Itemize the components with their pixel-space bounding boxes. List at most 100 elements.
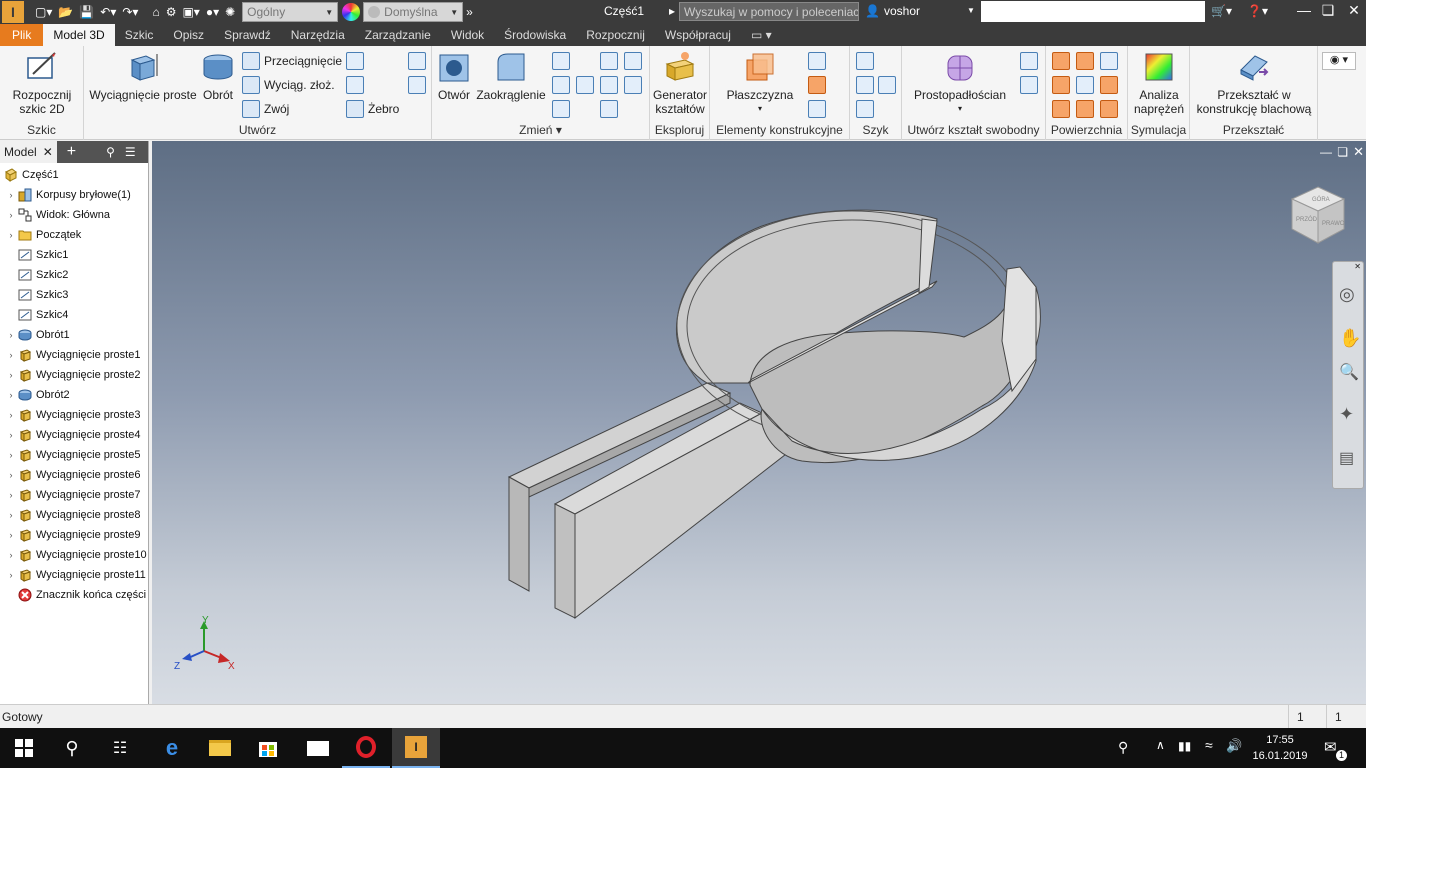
update-icon[interactable]: ⚙ (163, 1, 180, 23)
file-explorer-icon[interactable] (196, 728, 244, 768)
shell-icon[interactable] (552, 76, 570, 94)
new-file-icon[interactable]: ▢▾ (32, 1, 55, 23)
open-file-icon[interactable]: 📂 (55, 1, 76, 23)
tree-item[interactable]: Szkic3 (0, 285, 68, 305)
work-axis-icon[interactable] (808, 52, 826, 70)
tree-item[interactable]: › Wyciągnięcie proste4 (0, 425, 140, 445)
help-search-input[interactable]: Wyszukaj w pomocy i poleceniac (679, 2, 859, 21)
look-at-icon[interactable]: ▤ (1339, 448, 1354, 468)
tree-item[interactable]: › Obrót1 (0, 325, 70, 345)
close-browser-tab-icon[interactable]: ✕ (43, 145, 53, 159)
sculpt-icon[interactable] (1100, 52, 1118, 70)
viewcube-top-label[interactable]: GÓRA (1312, 196, 1330, 203)
tree-item[interactable]: › Korpusy bryłowe(1) (0, 185, 131, 205)
plane-button[interactable]: Płaszczyzna ▾ (720, 50, 800, 116)
expand-chevron-icon[interactable]: › (6, 410, 16, 420)
tab-annotate[interactable]: Opisz (163, 24, 214, 46)
thread-icon[interactable] (576, 76, 594, 94)
battery-icon[interactable]: ▮▮ (1178, 739, 1191, 753)
undo-icon[interactable]: ↶▾ (97, 1, 119, 23)
tab-collaborate[interactable]: Współpracuj (655, 24, 741, 46)
tab-environments[interactable]: Środowiska (494, 24, 576, 46)
expand-chevron-icon[interactable]: › (6, 550, 16, 560)
combine-icon[interactable] (600, 52, 618, 70)
stitch-icon[interactable] (1052, 52, 1070, 70)
pan-icon[interactable]: ✋ (1339, 328, 1361, 349)
tree-item[interactable]: › Obrót2 (0, 385, 70, 405)
ruled-surface-icon[interactable] (1100, 100, 1118, 118)
tab-model[interactable]: Model ✕ (0, 141, 57, 163)
stress-analysis-button[interactable]: Analiza naprężeń (1128, 50, 1190, 116)
tree-item[interactable]: Szkic2 (0, 265, 68, 285)
appearance-select[interactable]: Ogólny ▼ (242, 2, 339, 22)
inventor-taskbar-icon[interactable]: I (392, 728, 440, 768)
task-view-icon[interactable]: ☷ (96, 728, 144, 768)
material-select[interactable]: Domyślna ▼ (363, 2, 464, 22)
sweep-button[interactable]: Przeciągnięcie (242, 52, 342, 70)
thicken-icon[interactable] (600, 76, 618, 94)
more-tools-icon[interactable]: » (463, 1, 476, 23)
group-modify-label[interactable]: Zmień ▾ (432, 123, 649, 137)
cart-icon[interactable]: 🛒▾ (1208, 0, 1235, 22)
trim-icon[interactable] (1052, 76, 1070, 94)
inventor-logo-icon[interactable]: I (2, 1, 24, 23)
close-button[interactable]: ✕ (1342, 2, 1366, 19)
tray-expand-icon[interactable]: ∧ (1156, 738, 1165, 752)
tab-manage[interactable]: Zarządzanie (355, 24, 441, 46)
people-icon[interactable]: ⚲ (1118, 739, 1128, 756)
tree-item[interactable]: › Wyciągnięcie proste2 (0, 365, 140, 385)
expand-chevron-icon[interactable]: › (6, 390, 16, 400)
viewcube-front-label[interactable]: PRZÓD (1296, 216, 1318, 223)
part-model[interactable] (507, 209, 1041, 620)
restore-button[interactable]: ❏ (1316, 2, 1340, 19)
expand-chevron-icon[interactable]: › (6, 330, 16, 340)
measure-icon[interactable]: ●▾ (203, 1, 222, 23)
select-filter-icon[interactable]: ▣▾ (179, 1, 202, 23)
tree-item[interactable]: Część1 (0, 165, 59, 185)
work-point-icon[interactable] (808, 76, 826, 94)
tab-model-3d[interactable]: Model 3D (43, 24, 115, 46)
blank-search-field[interactable] (981, 1, 1205, 22)
tree-item[interactable]: › Widok: Główna (0, 205, 110, 225)
rectangular-pattern-icon[interactable] (856, 52, 874, 70)
store-icon[interactable] (244, 728, 292, 768)
ribbon-extra-dropdown[interactable]: ◉ ▾ (1322, 52, 1356, 70)
import-icon[interactable] (408, 52, 426, 70)
tree-item[interactable]: Znacznik końca części (0, 585, 146, 605)
tab-tools[interactable]: Narzędzia (281, 24, 355, 46)
tree-item[interactable]: Szkic1 (0, 245, 68, 265)
tab-sketch[interactable]: Szkic (115, 24, 164, 46)
tree-item[interactable]: › Wyciągnięcie proste9 (0, 525, 140, 545)
shape-generator-button[interactable]: Generator kształtów (650, 50, 710, 116)
browser-menu-icon[interactable]: ☰ (125, 145, 136, 159)
user-menu-chevron-icon[interactable]: ▼ (964, 0, 978, 22)
ribbon-display-options[interactable]: ▭ ▾ (741, 24, 782, 46)
3d-viewport[interactable]: — ❏ ✕ GÓRA PRZÓD PRAWO ✕ ◎ ✋ 🔍 ✦ ▤ Y X Z (152, 141, 1366, 704)
volume-icon[interactable]: 🔊 (1226, 738, 1242, 754)
expand-chevron-icon[interactable]: › (6, 190, 16, 200)
convert-sheet-metal-button[interactable]: Przekształć w konstrukcję blachową (1192, 50, 1316, 116)
search-icon[interactable]: ⚲ (48, 728, 96, 768)
patch-icon[interactable] (1076, 52, 1094, 70)
extend-icon[interactable] (1076, 76, 1094, 94)
mirror-icon[interactable] (878, 76, 896, 94)
expand-chevron-icon[interactable]: › (6, 230, 16, 240)
edge-browser-icon[interactable]: e (148, 728, 196, 768)
browser-search-icon[interactable]: ⚲ (106, 145, 115, 159)
split-icon[interactable] (600, 100, 618, 118)
draft-icon[interactable] (552, 100, 570, 118)
expand-chevron-icon[interactable]: › (6, 450, 16, 460)
tree-item[interactable]: Szkic4 (0, 305, 68, 325)
tree-item[interactable]: › Wyciągnięcie proste1 (0, 345, 140, 365)
chamfer-icon[interactable] (552, 52, 570, 70)
coil-button[interactable]: Zwój (242, 100, 289, 118)
loft-button[interactable]: Wyciąg. złoż. (242, 76, 335, 94)
repair-bodies-icon[interactable] (1052, 100, 1070, 118)
freeform-box-button[interactable]: Prostopadłościan ▾ (910, 50, 1010, 116)
home-icon[interactable]: ⌂ (149, 1, 162, 23)
windows-start-icon[interactable] (0, 728, 48, 768)
expand-chevron-icon[interactable]: › (6, 510, 16, 520)
clock[interactable]: 17:55 16.01.2019 (1248, 732, 1312, 764)
emboss-icon[interactable] (346, 52, 364, 70)
tree-item[interactable]: › Wyciągnięcie proste6 (0, 465, 140, 485)
